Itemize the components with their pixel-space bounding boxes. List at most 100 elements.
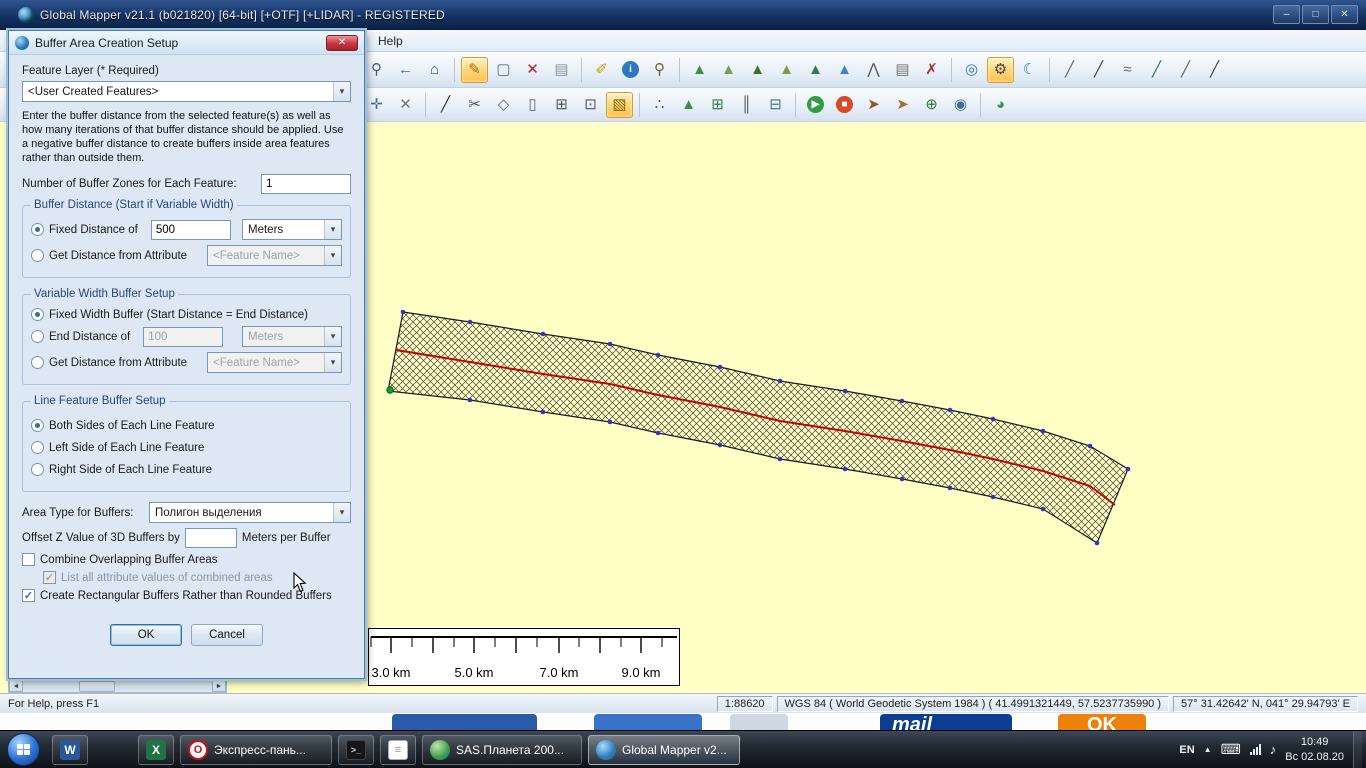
create-grid-icon[interactable]: ⊞ — [704, 92, 731, 118]
speed-slow-icon[interactable]: ➤ — [889, 92, 916, 118]
line-side-radio[interactable] — [31, 441, 44, 454]
zones-label: Number of Buffer Zones for Each Feature: — [22, 178, 237, 190]
horizontal-scrollbar[interactable]: ◄ ► — [8, 679, 227, 693]
volume-icon[interactable]: ♪ — [1270, 742, 1277, 757]
options-gear-icon[interactable]: ⚙ — [987, 57, 1014, 83]
create-area-icon[interactable]: ◇ — [490, 92, 517, 118]
lidar-profile-icon[interactable]: ║ — [733, 92, 760, 118]
full-view-icon[interactable]: ⌂ — [421, 57, 448, 83]
fixed-distance-input[interactable] — [151, 220, 231, 240]
previous-view-icon[interactable]: ← — [392, 57, 419, 83]
scrollbar-thumb[interactable] — [79, 681, 115, 692]
offset-z-input[interactable] — [185, 528, 237, 548]
line-style-1-icon[interactable]: ╱ — [1056, 57, 1083, 83]
fixed-distance-radio[interactable] — [31, 223, 44, 236]
taskbar-document-button[interactable]: ≡ — [380, 735, 416, 765]
fixed-width-label: Fixed Width Buffer (Start Distance = End… — [49, 309, 308, 321]
online-data-icon[interactable]: ◎ — [958, 57, 985, 83]
hidden-icons-button[interactable]: ▲ — [1204, 745, 1212, 754]
line-style-6-icon[interactable]: ╱ — [1201, 57, 1228, 83]
zones-input[interactable] — [261, 174, 351, 194]
clear-workspace-icon[interactable]: ✗ — [918, 57, 945, 83]
distance-units-select[interactable]: Meters — [242, 219, 342, 240]
taskbar-excel-button[interactable]: X — [138, 735, 174, 765]
zoom-tool-icon[interactable]: ⚲ — [363, 57, 390, 83]
slope-shader-icon[interactable]: ▲ — [773, 57, 800, 83]
display-window-icon[interactable]: ⊟ — [762, 92, 789, 118]
elevation-grid-icon[interactable]: ▲ — [686, 57, 713, 83]
maximize-button[interactable]: □ — [1302, 5, 1329, 24]
scroll-right-icon[interactable]: ► — [212, 680, 226, 692]
deselect-icon[interactable]: ✕ — [392, 92, 419, 118]
edit-select-icon[interactable]: ▢ — [490, 57, 517, 83]
script-icon[interactable]: ▤ — [889, 57, 916, 83]
3d-view-icon[interactable]: ◕ — [987, 92, 1014, 118]
line-style-4-icon[interactable]: ╱ — [1143, 57, 1170, 83]
fixed-width-radio[interactable] — [31, 308, 44, 321]
create-buffer-icon[interactable]: ▧ — [606, 92, 633, 118]
end-units-select: Meters — [242, 326, 342, 347]
pan-move-icon[interactable]: ✛ — [363, 92, 390, 118]
measure-tool-icon[interactable]: ✐ — [588, 57, 615, 83]
line-style-3-icon[interactable]: ≈ — [1114, 57, 1141, 83]
minimize-button[interactable]: – — [1273, 5, 1300, 24]
toolbar-separator — [951, 58, 952, 82]
stop-icon[interactable]: ■ — [831, 92, 858, 118]
taskbar-word-button[interactable]: W — [52, 735, 88, 765]
digitizer-tool-icon[interactable]: ✎ — [461, 57, 488, 83]
close-button[interactable]: ✕ — [1331, 5, 1358, 24]
feature-info-icon[interactable]: i — [617, 57, 644, 83]
sas-planet-icon — [430, 740, 450, 760]
area-type-label: Area Type for Buffers: — [22, 507, 133, 519]
cancel-button[interactable]: Cancel — [191, 624, 263, 646]
snap-grid-icon[interactable]: ⊞ — [548, 92, 575, 118]
contour-generate-icon[interactable]: ▲ — [802, 57, 829, 83]
line-style-2-icon[interactable]: ╱ — [1085, 57, 1112, 83]
language-indicator[interactable]: EN — [1179, 744, 1194, 756]
create-points-icon[interactable]: ∴ — [646, 92, 673, 118]
play-icon[interactable]: ▶ — [802, 92, 829, 118]
view-options-icon[interactable]: ◉ — [947, 92, 974, 118]
path-profile-icon[interactable]: ⋀ — [860, 57, 887, 83]
rectangular-buffers-checkbox[interactable] — [22, 589, 35, 602]
network-icon[interactable] — [1250, 744, 1261, 755]
split-line-icon[interactable]: ✂ — [461, 92, 488, 118]
menu-help[interactable]: Help — [372, 33, 409, 49]
keyboard-icon[interactable]: ⌨ — [1221, 741, 1241, 758]
speed-fast-icon[interactable]: ➤ — [860, 92, 887, 118]
add-overlay-icon[interactable]: ⊕ — [918, 92, 945, 118]
terrain-shader-icon[interactable]: ▲ — [715, 57, 742, 83]
watershed-icon[interactable]: ▲ — [831, 57, 858, 83]
create-rectangle-icon[interactable]: ▯ — [519, 92, 546, 118]
start-button[interactable] — [7, 733, 40, 766]
area-type-select[interactable]: Полигон выделения — [149, 502, 351, 523]
toolbar-separator — [454, 58, 455, 82]
dialog-close-button[interactable]: ✕ — [326, 35, 358, 51]
dialog-titlebar[interactable]: Buffer Area Creation Setup ✕ — [9, 31, 364, 55]
distance-from-attribute-radio[interactable] — [31, 249, 44, 262]
create-line-icon[interactable]: ╱ — [432, 92, 459, 118]
line-side-radio[interactable] — [31, 463, 44, 476]
crop-tool-icon[interactable]: ⊡ — [577, 92, 604, 118]
taskbar-opera-button[interactable]: O Экспресс-пань... — [180, 735, 332, 765]
combine-overlapping-checkbox[interactable] — [22, 553, 35, 566]
terrain-paint-icon[interactable]: ▲ — [675, 92, 702, 118]
attribute-editor-icon[interactable]: ▤ — [548, 57, 575, 83]
delete-feature-icon[interactable]: ✕ — [519, 57, 546, 83]
daylight-shader-icon[interactable]: ▲ — [744, 57, 771, 83]
taskbar-sas-planet-button[interactable]: SAS.Планета 200... — [422, 735, 582, 765]
show-desktop-button[interactable] — [1353, 731, 1362, 768]
line-style-5-icon[interactable]: ╱ — [1172, 57, 1199, 83]
tray-clock[interactable]: 10:49 Вс 02.08.20 — [1285, 735, 1344, 765]
toolbar-separator — [581, 58, 582, 82]
search-features-icon[interactable]: ⚲ — [646, 57, 673, 83]
end-distance-radio[interactable] — [31, 330, 44, 343]
taskbar-console-button[interactable]: >_ — [338, 735, 374, 765]
width-from-attribute-radio[interactable] — [31, 356, 44, 369]
feature-layer-select[interactable]: <User Created Features> — [22, 81, 351, 102]
scroll-left-icon[interactable]: ◄ — [9, 680, 23, 692]
night-mode-icon[interactable]: ☾ — [1016, 57, 1043, 83]
line-side-radio[interactable] — [31, 419, 44, 432]
taskbar-global-mapper-button[interactable]: Global Mapper v2... — [588, 735, 740, 765]
ok-button[interactable]: OK — [110, 624, 182, 646]
